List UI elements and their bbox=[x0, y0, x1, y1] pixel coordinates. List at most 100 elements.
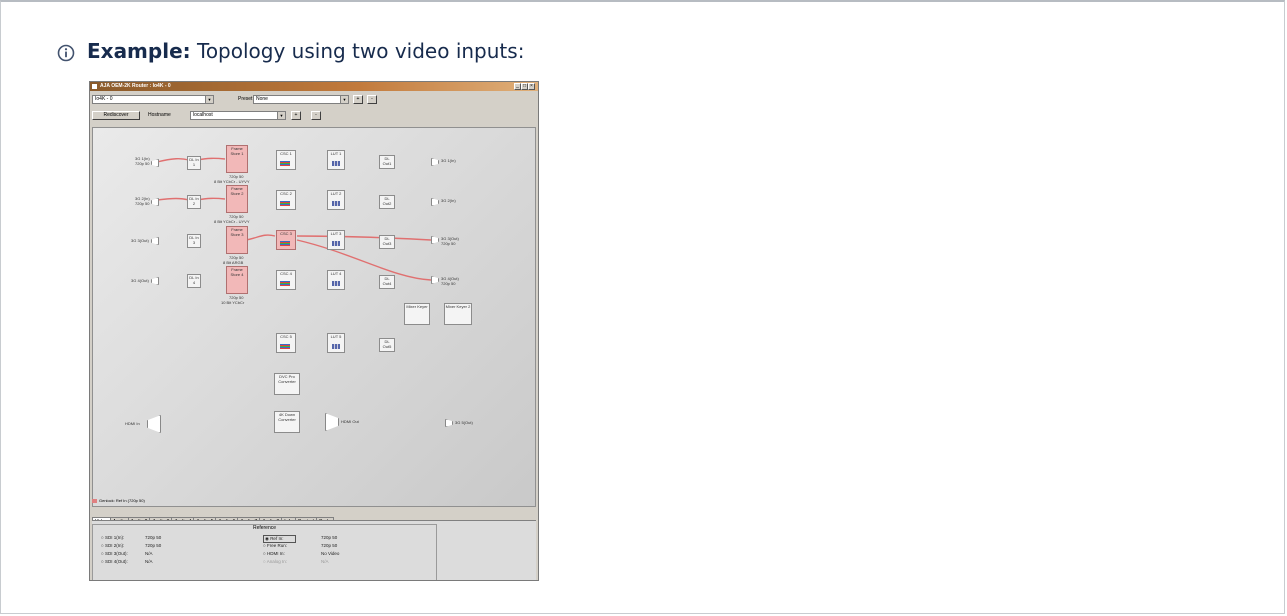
dl-out-node[interactable]: DL Out3 bbox=[379, 235, 395, 249]
callout-label: Example: bbox=[87, 39, 191, 63]
radio-label: Ref In: bbox=[270, 536, 284, 541]
csc-node[interactable]: CSC 4 bbox=[276, 270, 296, 290]
app-icon bbox=[92, 84, 97, 89]
frame-store-node[interactable]: Frame Store 2 bbox=[226, 185, 248, 213]
lut-label: LUT 2 bbox=[330, 191, 342, 196]
csc-label: CSC 2 bbox=[280, 191, 292, 196]
csc-icon bbox=[280, 161, 290, 166]
callout-text: Topology using two video inputs: bbox=[197, 39, 525, 63]
ref-radio-sdi1[interactable]: ○ SDI 1(In): bbox=[101, 535, 124, 541]
hostname-select[interactable]: localhost ▼ bbox=[190, 111, 286, 120]
hostname-label: Hostname bbox=[148, 112, 171, 118]
preset-select-value: None bbox=[256, 96, 268, 102]
ref-value: N/A bbox=[321, 559, 329, 564]
lut-icon bbox=[332, 281, 340, 286]
ref-value: 720p 50 bbox=[321, 535, 338, 540]
radio-label: SDI 2(In): bbox=[104, 543, 125, 548]
ref-value: No Video bbox=[321, 551, 340, 556]
device-select[interactable]: Io4K - 0 ▼ bbox=[92, 95, 214, 104]
input-3g3-label: 3G 3(Out) bbox=[131, 238, 149, 243]
lut-node[interactable]: LUT 5 bbox=[327, 333, 345, 353]
ref-value: 720p 50 bbox=[145, 535, 162, 540]
frame-store-pixel-format: 10 Bit YCbCr bbox=[221, 300, 245, 305]
frame-store-node[interactable]: Frame Store 3 bbox=[226, 226, 248, 254]
radio-label: Analog In: bbox=[266, 559, 287, 564]
host-add-button[interactable]: + bbox=[291, 111, 301, 120]
dl-in-node[interactable]: DL In 4 bbox=[187, 274, 201, 288]
routing-canvas[interactable]: 3G 1(In) 720p 50 3G 2(In) 720p 50 3G 3(O… bbox=[92, 127, 536, 507]
dl-in-node[interactable]: DL In 2 bbox=[187, 195, 201, 209]
radio-label: Free Run: bbox=[266, 543, 287, 548]
down-converter-node[interactable]: 4K Down Converter bbox=[274, 411, 300, 433]
dvc-pro-converter-node[interactable]: DVC Pro Converter bbox=[274, 373, 300, 395]
genlock-indicator bbox=[92, 498, 97, 503]
csc-label: CSC 5 bbox=[280, 334, 292, 339]
lut-label: LUT 4 bbox=[330, 271, 342, 276]
ref-value: N/A bbox=[145, 551, 153, 556]
video-tab-panel: Reference ○ SDI 1(In): 720p 50 ○ SDI 2(I… bbox=[92, 520, 536, 580]
rediscover-button[interactable]: Rediscover bbox=[92, 111, 140, 120]
frame-store-pixel-format: 8 Bit YCbCr - UYVY bbox=[214, 219, 250, 224]
maximize-button[interactable]: □ bbox=[521, 83, 528, 90]
frame-store-node[interactable]: Frame Store 1 bbox=[226, 145, 248, 173]
csc-label: CSC 4 bbox=[280, 271, 292, 276]
frame-store-pixel-format: 8 Bit YCbCr - UYVY bbox=[214, 179, 250, 184]
connection-line bbox=[245, 234, 276, 241]
ref-radio-sdi4[interactable]: ○ SDI 4(Out): bbox=[101, 559, 128, 565]
dl-out-node[interactable]: DL Out2 bbox=[379, 195, 395, 209]
ref-radio-sdi2[interactable]: ○ SDI 2(In): bbox=[101, 543, 124, 549]
csc-icon bbox=[280, 241, 290, 246]
preset-add-button[interactable]: + bbox=[353, 95, 363, 104]
dl-out-node[interactable]: DL Out5 bbox=[379, 338, 395, 352]
mixer-keyer-node[interactable]: Mixer Keyer bbox=[404, 303, 430, 325]
host-remove-button[interactable]: - bbox=[311, 111, 321, 120]
close-button[interactable]: × bbox=[528, 83, 535, 90]
hdmi-in-label: HDMI In bbox=[125, 421, 140, 426]
dl-out-node[interactable]: DL Out4 bbox=[379, 275, 395, 289]
lut-node[interactable]: LUT 3 bbox=[327, 230, 345, 250]
preset-label: Preset bbox=[238, 96, 253, 102]
window-titlebar: AJA OEM-2K Router : Io4K - 0 _ □ × bbox=[90, 82, 538, 91]
csc-label: CSC 1 bbox=[280, 151, 292, 156]
lut-label: LUT 3 bbox=[330, 231, 342, 236]
preset-remove-button[interactable]: - bbox=[367, 95, 377, 104]
genlock-label: Genlock: Ref In (720p 50) bbox=[99, 498, 145, 503]
tab-bar: VideoAudioAudio 2Audio 3Audio 4Audio 5Au… bbox=[92, 510, 334, 527]
connection-line bbox=[156, 157, 190, 163]
ref-radio-analog-in[interactable]: ○ Analog In: bbox=[263, 559, 287, 565]
minimize-button[interactable]: _ bbox=[514, 83, 521, 90]
connection-line bbox=[196, 157, 226, 161]
dl-in-node[interactable]: DL In 1 bbox=[187, 156, 201, 170]
ref-radio-free-run[interactable]: ○ Free Run: bbox=[263, 543, 287, 549]
dl-out-node[interactable]: DL Out1 bbox=[379, 155, 395, 169]
lut-icon bbox=[332, 161, 340, 166]
hdmi-out-label: HDMI Out bbox=[341, 419, 359, 424]
output-3g3-format: 720p 50 bbox=[441, 241, 456, 246]
csc-node[interactable]: CSC 3 bbox=[276, 230, 296, 250]
genlock-status: Genlock: Ref In (720p 50) bbox=[92, 498, 145, 504]
ref-radio-hdmi-in[interactable]: ○ HDMI In: bbox=[263, 551, 285, 557]
lut-node[interactable]: LUT 2 bbox=[327, 190, 345, 210]
input-3g1-format: 720p 50 bbox=[135, 161, 150, 166]
dl-in-node[interactable]: DL In 3 bbox=[187, 234, 201, 248]
csc-label: CSC 3 bbox=[280, 231, 292, 236]
lut-node[interactable]: LUT 1 bbox=[327, 150, 345, 170]
lut-node[interactable]: LUT 4 bbox=[327, 270, 345, 290]
chevron-down-icon: ▼ bbox=[340, 96, 348, 103]
lut-label: LUT 1 bbox=[330, 151, 342, 156]
ref-value: 720p 50 bbox=[145, 543, 162, 548]
preset-select[interactable]: None ▼ bbox=[253, 95, 349, 104]
device-select-value: Io4K - 0 bbox=[95, 96, 113, 102]
window-title: AJA OEM-2K Router : Io4K - 0 bbox=[100, 83, 171, 89]
output-3g1-label: 3G 1(In) bbox=[441, 158, 456, 163]
csc-node[interactable]: CSC 5 bbox=[276, 333, 296, 353]
csc-node[interactable]: CSC 2 bbox=[276, 190, 296, 210]
info-icon bbox=[57, 44, 75, 62]
csc-node[interactable]: CSC 1 bbox=[276, 150, 296, 170]
mixer-keyer-node[interactable]: Mixer Keyer 2 bbox=[444, 303, 472, 325]
frame-store-node[interactable]: Frame Store 4 bbox=[226, 266, 248, 294]
ref-radio-sdi3[interactable]: ○ SDI 3(Out): bbox=[101, 551, 128, 557]
hostname-select-value: localhost bbox=[193, 112, 213, 118]
radio-label: SDI 4(Out): bbox=[104, 559, 128, 564]
ref-radio-ref-in[interactable]: ◉ Ref In: bbox=[263, 535, 297, 543]
